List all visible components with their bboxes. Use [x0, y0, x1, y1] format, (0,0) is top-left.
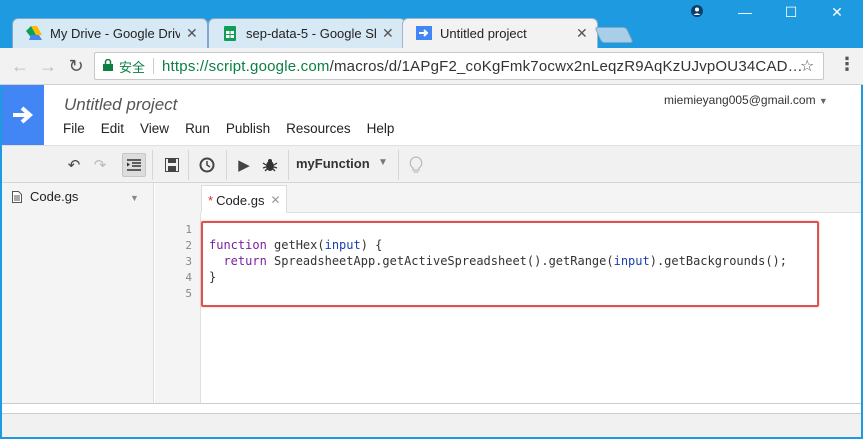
- line-number: 2: [185, 239, 192, 252]
- browser-toolbar: ← → ↻ 安全 https://script.google.com/macro…: [0, 48, 863, 85]
- user-account[interactable]: miemieyang005@gmail.com ▼: [664, 93, 828, 107]
- editor-tabstrip: * Code.gs ✕: [201, 183, 861, 214]
- indent-icon[interactable]: [122, 153, 146, 177]
- tab-my-drive[interactable]: My Drive - Google Drive ✕: [12, 18, 208, 48]
- browser-menu-icon[interactable]: ⋮: [838, 54, 856, 75]
- url-text: https://script.google.com/macros/d/1APgF…: [162, 57, 803, 75]
- file-icon: [12, 190, 22, 203]
- address-bar[interactable]: 安全 https://script.google.com/macros/d/1A…: [94, 52, 824, 80]
- apps-script-editor: Untitled project miemieyang005@gmail.com…: [2, 85, 861, 437]
- lightbulb-icon[interactable]: [404, 153, 428, 177]
- close-icon[interactable]: ✕: [576, 25, 588, 42]
- close-icon[interactable]: ✕: [186, 25, 198, 42]
- google-sheets-icon: [222, 25, 238, 41]
- sidebar-file-code-gs[interactable]: Code.gs: [12, 189, 78, 204]
- highlight-annotation: [201, 221, 819, 307]
- tab-sheets[interactable]: sep-data-5 - Google Sheets ✕: [208, 18, 406, 48]
- editor-tab-code-gs[interactable]: * Code.gs ✕: [201, 185, 287, 214]
- tab-label: Untitled project: [440, 25, 527, 41]
- chevron-down-icon[interactable]: ▼: [378, 157, 388, 168]
- line-number: 5: [185, 287, 192, 300]
- menu-run[interactable]: Run: [185, 121, 210, 136]
- line-number: 3: [185, 255, 192, 268]
- maximize-icon[interactable]: ☐: [776, 4, 806, 21]
- project-title[interactable]: Untitled project: [64, 95, 177, 115]
- apps-script-icon: [416, 25, 432, 41]
- unsaved-asterisk-icon: *: [208, 192, 214, 208]
- line-number: 4: [185, 271, 192, 284]
- new-tab-button[interactable]: [594, 27, 634, 43]
- menu-bar: File Edit View Run Publish Resources Hel…: [63, 121, 410, 136]
- tab-label: sep-data-5 - Google Sheets: [246, 25, 376, 41]
- browser-titlebar: My Drive - Google Drive ✕ sep-data-5 - G…: [0, 0, 863, 48]
- menu-resources[interactable]: Resources: [286, 121, 351, 136]
- status-bar: [2, 413, 861, 437]
- triggers-clock-icon[interactable]: [195, 153, 219, 177]
- window-close-icon[interactable]: ✕: [822, 4, 852, 21]
- line-number: 1: [185, 223, 192, 236]
- google-drive-icon: [26, 25, 42, 41]
- forward-icon[interactable]: →: [38, 56, 58, 77]
- menu-publish[interactable]: Publish: [226, 121, 270, 136]
- run-icon[interactable]: ▶: [232, 153, 256, 177]
- save-icon[interactable]: [160, 153, 184, 177]
- menu-view[interactable]: View: [140, 121, 169, 136]
- action-toolbar: ↶ ↷ ▶ myFunction ▼: [2, 145, 861, 183]
- redo-icon[interactable]: ↷: [88, 153, 112, 177]
- close-icon[interactable]: ✕: [270, 193, 280, 207]
- editor-scrollbar[interactable]: [2, 403, 861, 413]
- debug-bug-icon[interactable]: [258, 153, 282, 177]
- secure-label: 安全: [119, 59, 146, 75]
- reload-icon[interactable]: ↻: [66, 56, 86, 77]
- chevron-down-icon[interactable]: ▼: [130, 193, 139, 203]
- close-icon[interactable]: ✕: [382, 25, 394, 42]
- line-number-gutter: 1 2 3 4 5: [155, 213, 201, 403]
- back-icon[interactable]: ←: [10, 56, 30, 77]
- lock-icon: [103, 58, 113, 74]
- profile-icon[interactable]: [682, 4, 712, 20]
- tab-untitled-project[interactable]: Untitled project ✕: [402, 18, 598, 48]
- function-select[interactable]: myFunction: [296, 156, 370, 171]
- minimize-icon[interactable]: —: [730, 4, 760, 20]
- undo-icon[interactable]: ↶: [62, 153, 86, 177]
- file-sidebar: Code.gs ▼: [2, 183, 154, 403]
- bookmark-star-icon[interactable]: ☆: [800, 56, 814, 76]
- apps-script-logo-icon[interactable]: [2, 85, 44, 145]
- menu-help[interactable]: Help: [367, 121, 395, 136]
- tab-label: My Drive - Google Drive: [50, 25, 180, 41]
- menu-edit[interactable]: Edit: [101, 121, 124, 136]
- menu-file[interactable]: File: [63, 121, 85, 136]
